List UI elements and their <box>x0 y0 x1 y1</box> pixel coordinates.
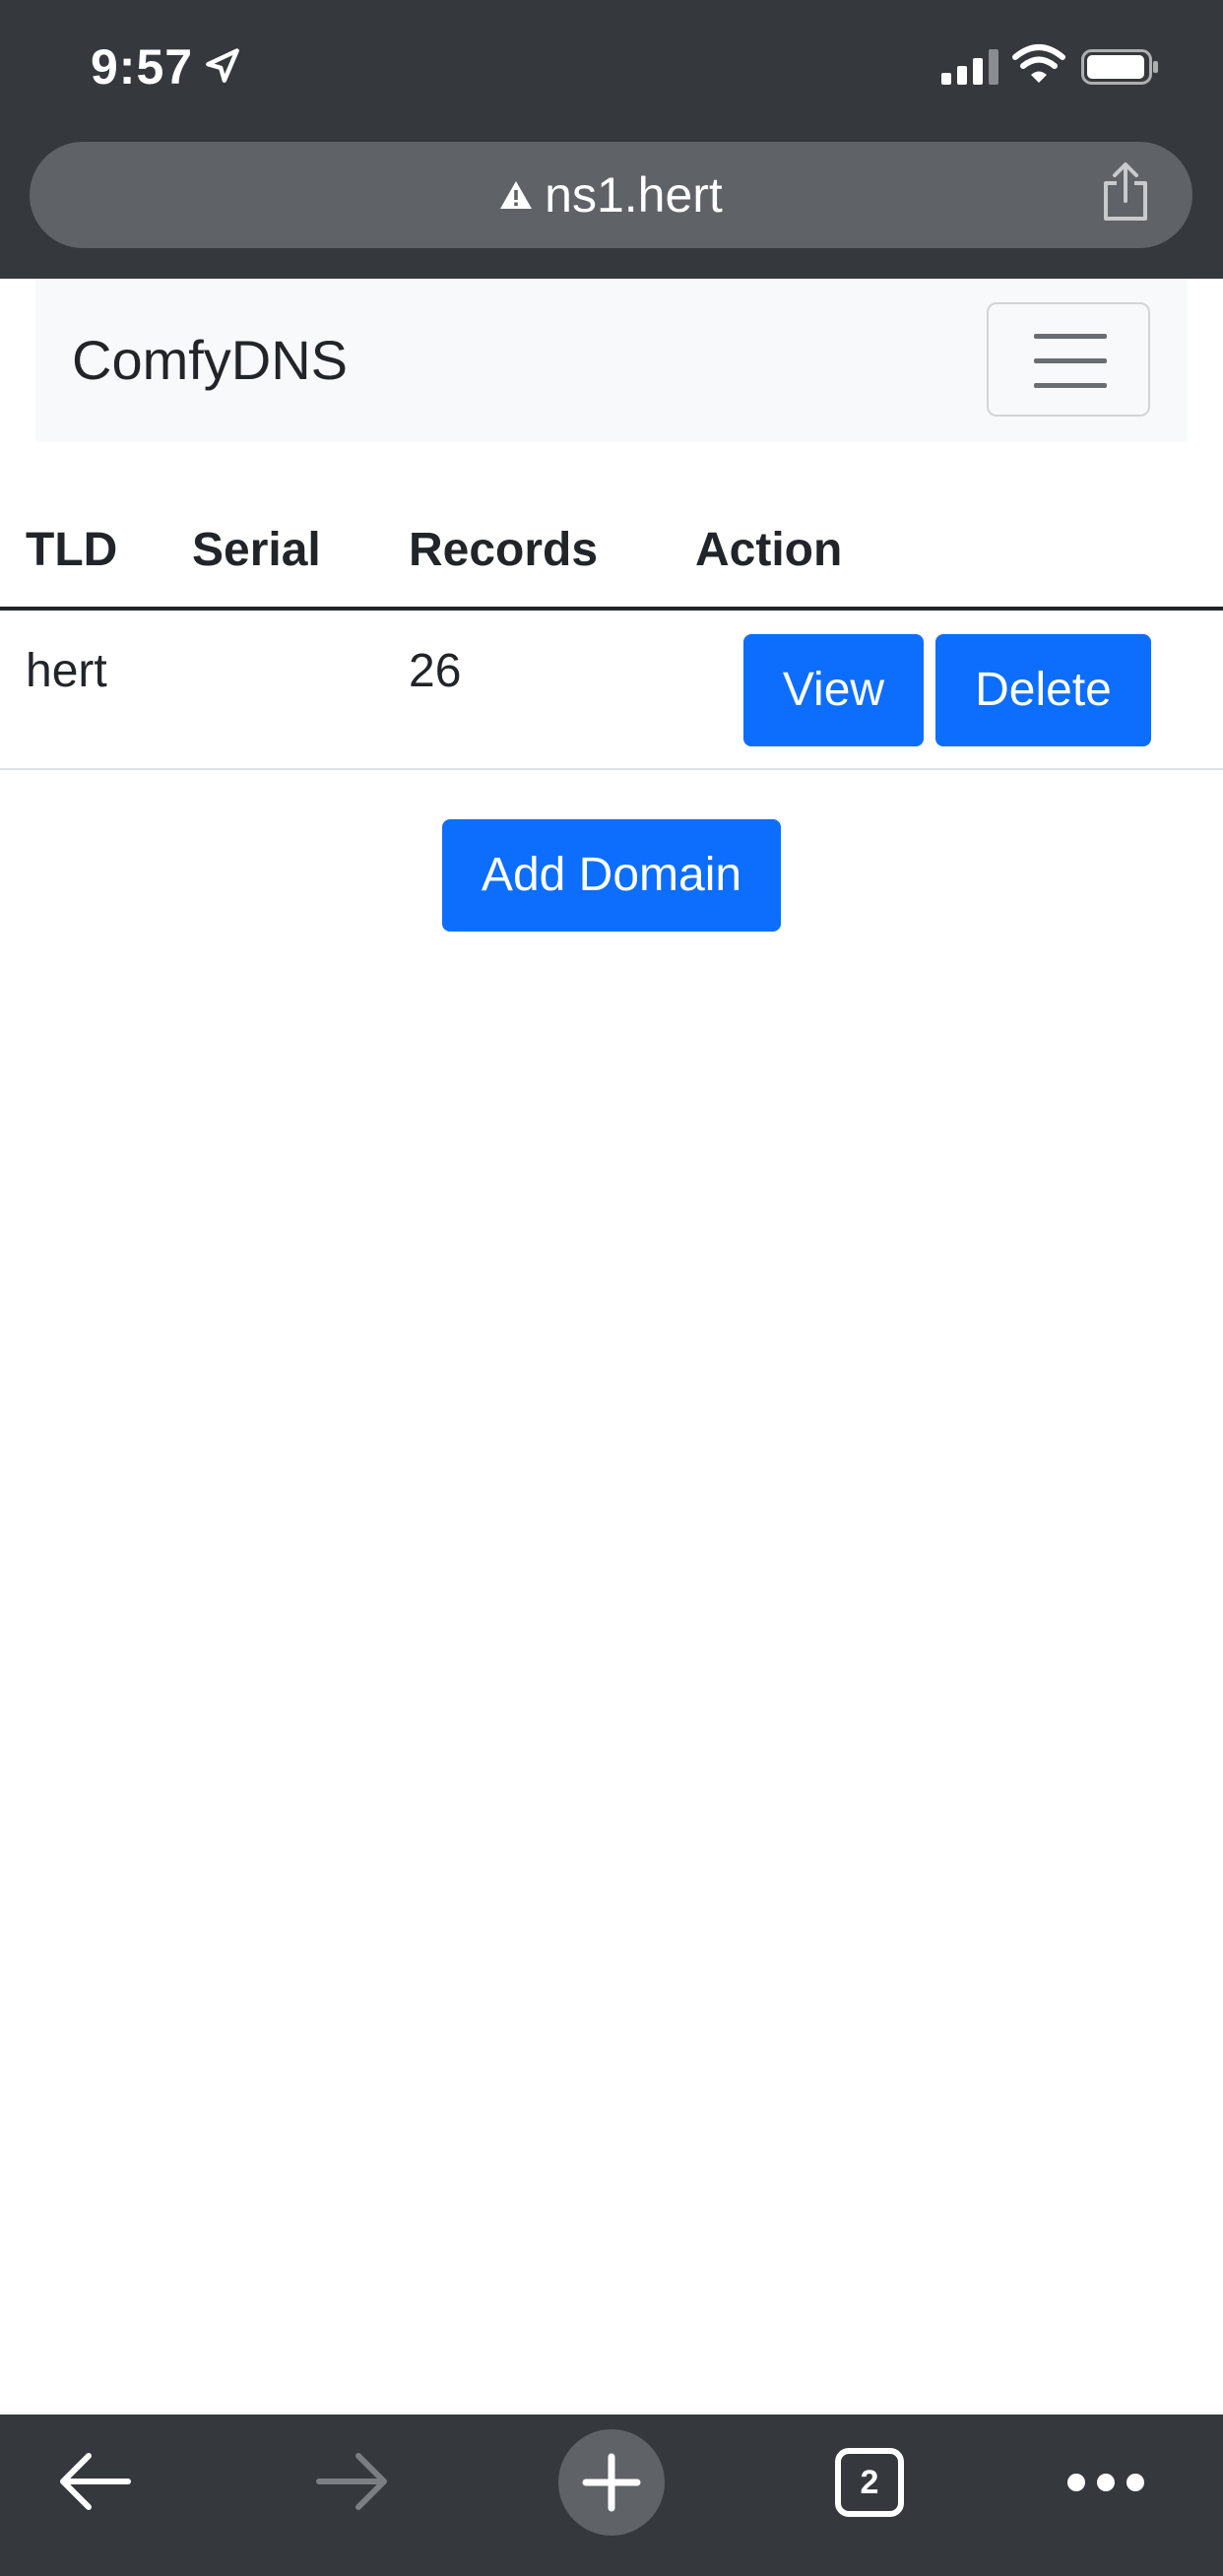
view-button[interactable]: View <box>743 634 924 746</box>
table-header-divider <box>0 607 1223 611</box>
site-navbar: ComfyDNS <box>35 279 1188 442</box>
url-text: ns1.hert <box>545 167 723 223</box>
navbar-brand[interactable]: ComfyDNS <box>72 279 348 442</box>
column-header-serial: Serial <box>192 524 321 576</box>
address-bar[interactable]: ns1.hert <box>30 142 1192 248</box>
back-arrow-icon[interactable] <box>57 2450 134 2513</box>
new-tab-button[interactable] <box>558 2429 665 2536</box>
phone-screen: 9:57 ns1.hert ComfyDNS TLD Serial Record… <box>0 0 1223 2576</box>
cellular-signal-icon <box>941 49 998 85</box>
address-bar-content: ns1.hert <box>30 142 1192 248</box>
new-tab-plus-icon <box>582 2453 641 2512</box>
delete-button[interactable]: Delete <box>935 634 1151 746</box>
column-header-records: Records <box>409 524 599 576</box>
share-icon[interactable] <box>1100 161 1151 223</box>
table-row-divider <box>0 768 1223 770</box>
open-tab-count: 2 <box>860 2464 879 2501</box>
not-secure-warning-icon <box>500 181 533 209</box>
column-header-tld: TLD <box>26 524 118 576</box>
more-dots-icon[interactable] <box>1065 2468 1146 2497</box>
add-domain-button[interactable]: Add Domain <box>442 819 781 932</box>
location-arrow-icon <box>206 48 239 83</box>
cell-tld: hert <box>26 645 107 697</box>
forward-arrow-icon[interactable] <box>313 2450 390 2513</box>
tab-switcher-icon[interactable]: 2 <box>835 2448 904 2517</box>
cell-records: 26 <box>409 645 462 697</box>
column-header-action: Action <box>695 524 843 576</box>
navbar-toggle-button[interactable] <box>987 302 1150 417</box>
wifi-icon <box>1012 44 1065 83</box>
battery-icon <box>1081 49 1158 85</box>
status-time: 9:57 <box>91 39 194 95</box>
